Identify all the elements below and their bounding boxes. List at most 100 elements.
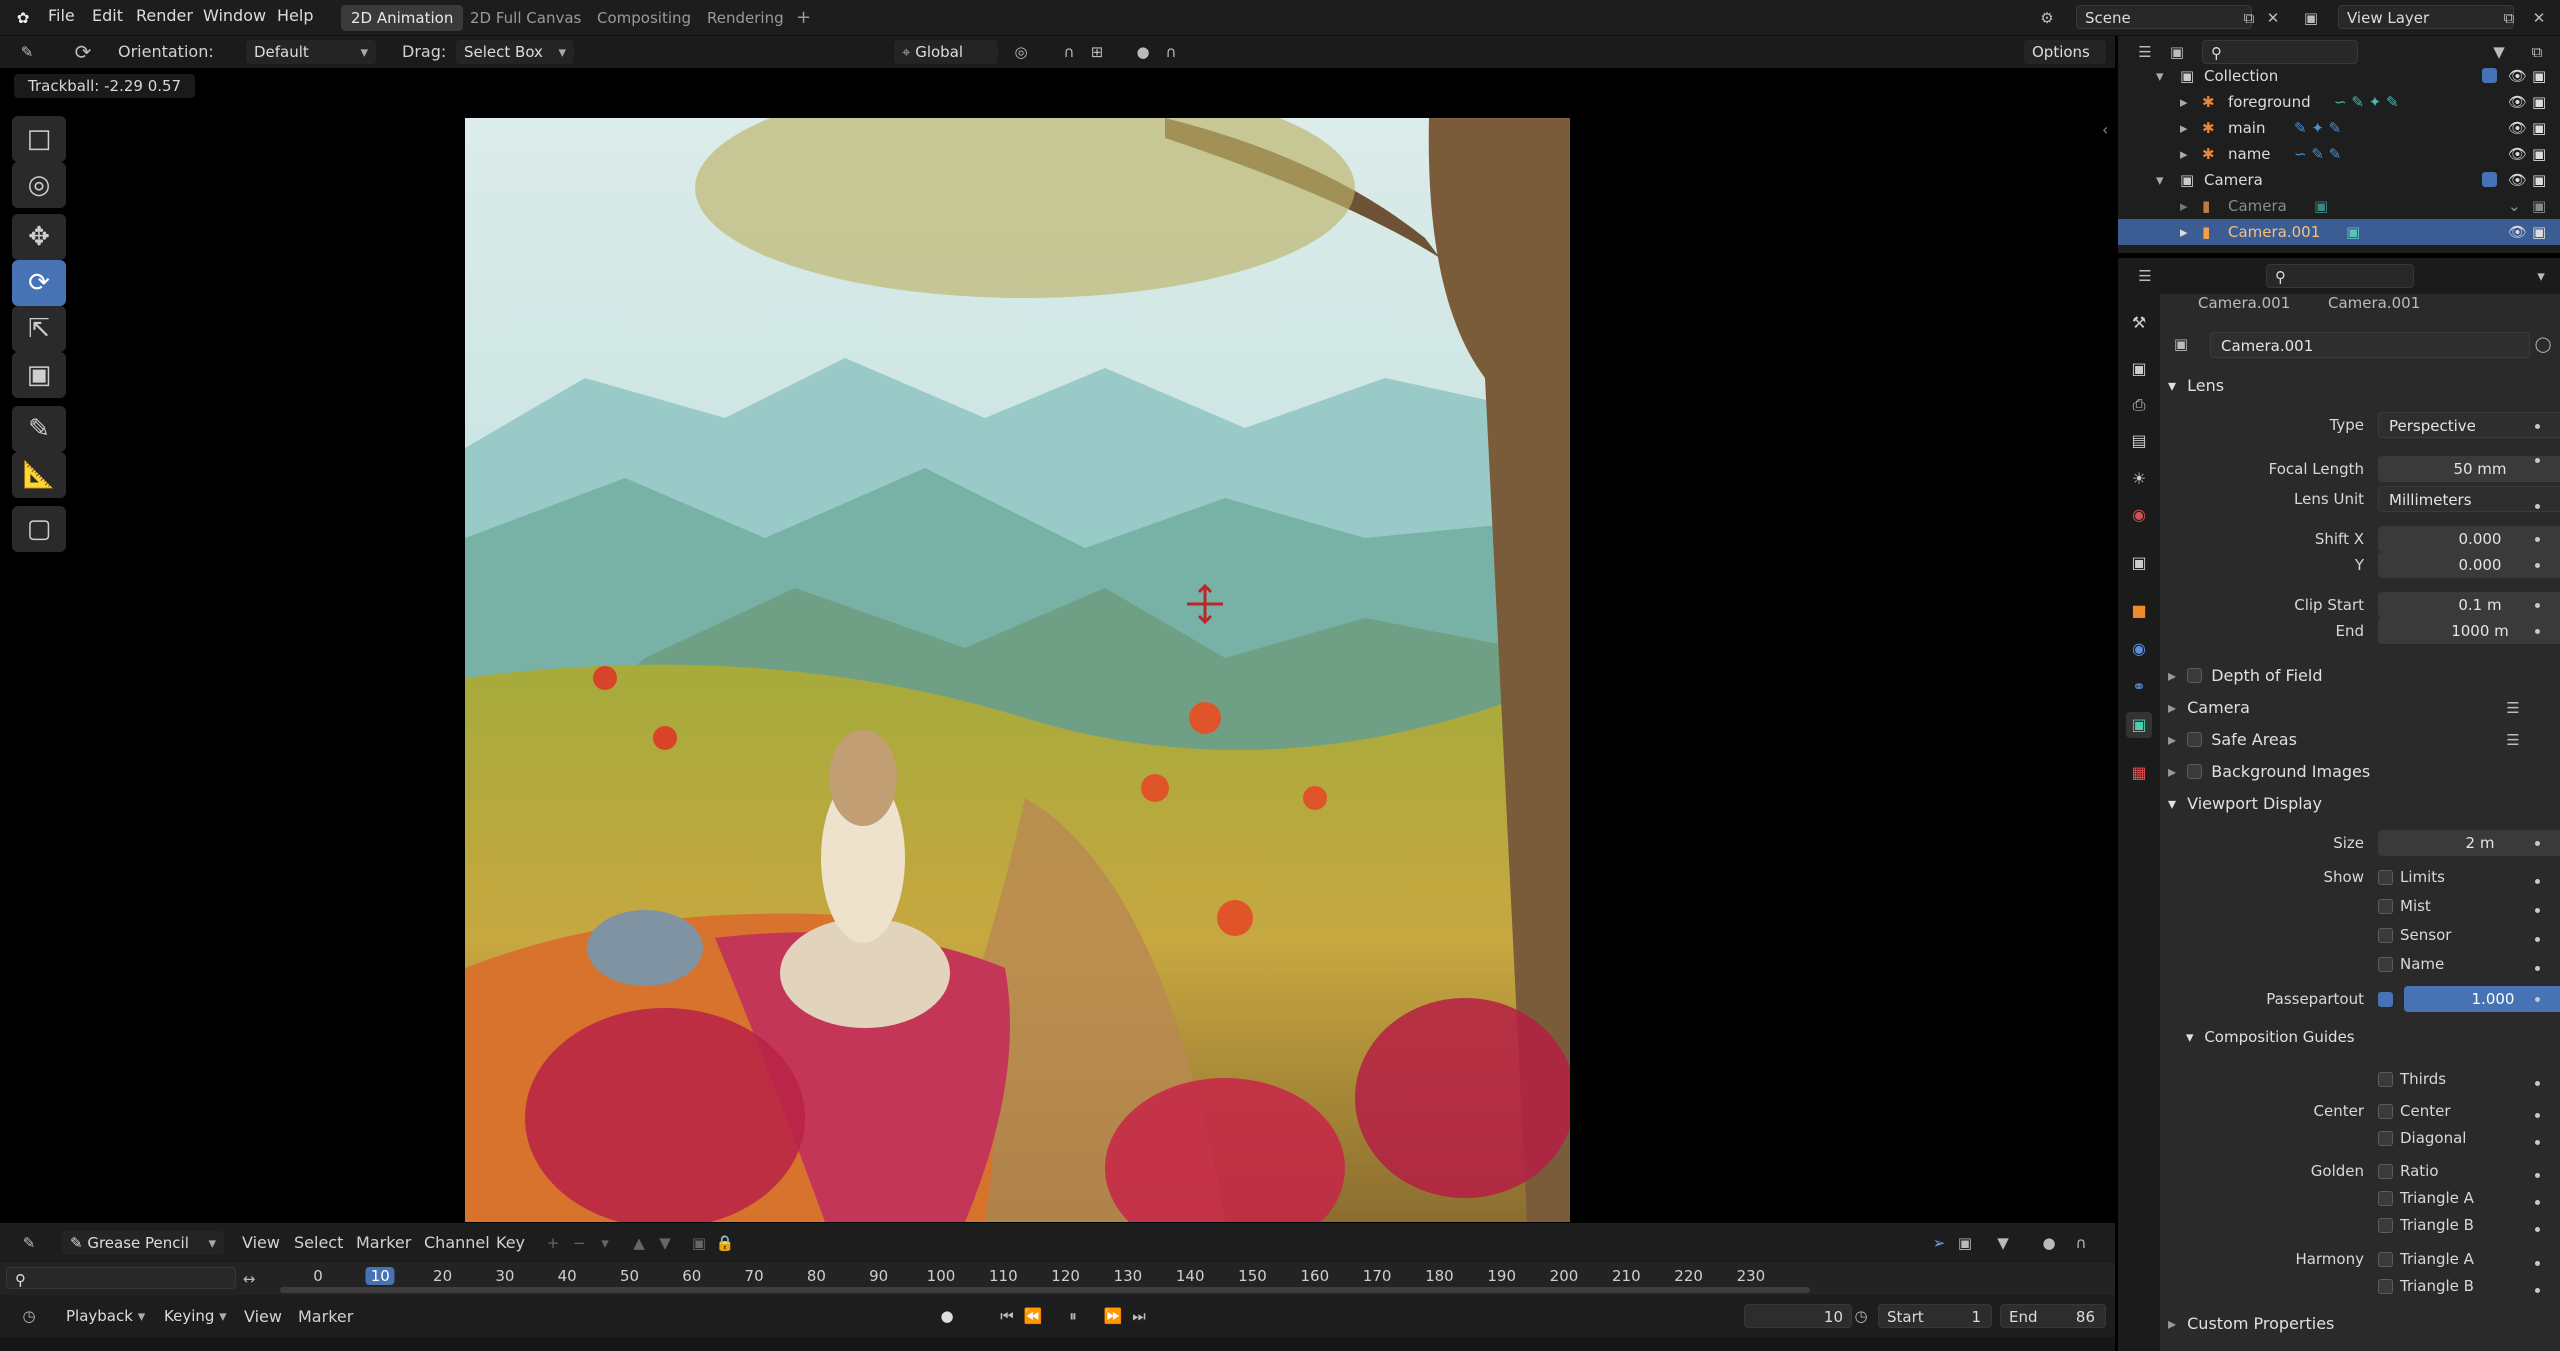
jump-start-icon[interactable]: ⏮ [994,1304,1020,1328]
render-tab-icon[interactable]: ▣ [2126,356,2152,382]
menu-marker[interactable]: Marker [356,1233,411,1252]
exclude-checkbox[interactable] [2482,172,2497,187]
keyframe-dot-icon[interactable] [2535,1200,2540,1205]
tab-2d-animation[interactable]: 2D Animation [341,5,464,31]
scale-tool-icon[interactable]: ⇱ [12,306,66,352]
diagonal-checkbox[interactable] [2378,1131,2393,1146]
expand-arrow-icon[interactable]: ▸ [2180,141,2188,167]
close-view-layer-icon[interactable]: ✕ [2526,6,2552,30]
keyframe-dot-icon[interactable] [2535,1081,2540,1086]
expand-arrow-icon[interactable]: ▸ [2180,193,2188,219]
composition-guides-header[interactable]: ▾ Composition Guides [2186,1028,2355,1046]
harmony-triangle-a-checkbox[interactable] [2378,1252,2393,1267]
outliner-row-camera[interactable]: ▸ ▮ Camera ▣ ⌄ ▣ [2118,193,2560,219]
clock-icon[interactable]: ◷ [1848,1304,1874,1328]
new-view-layer-icon[interactable]: ⧉ [2496,6,2522,30]
lock-icon[interactable]: 🔒 [712,1231,738,1255]
menu-key[interactable]: Key [496,1233,525,1252]
orientation-dropdown[interactable]: Default ▾ [246,40,376,64]
show-errors-icon[interactable]: ▣ [1952,1231,1978,1255]
add-workspace-button[interactable]: + [786,5,821,31]
editor-type-icon[interactable]: ✎ [14,40,40,64]
keyframe-dot-icon[interactable] [2535,1227,2540,1232]
menu-view[interactable]: View [242,1233,280,1252]
annotate-tool-icon[interactable]: ✎ [12,406,66,452]
keying-dropdown[interactable]: Keying ▾ [156,1304,236,1328]
center-checkbox[interactable] [2378,1104,2393,1119]
presets-list-icon[interactable]: ☰ [2500,728,2526,752]
collapse-sidebar-icon[interactable]: ‹ [2102,120,2108,139]
display-size-field[interactable]: 2 m [2378,830,2560,856]
current-frame-field[interactable]: 10 [1744,1304,1852,1328]
keyframe-dot-icon[interactable] [2535,537,2540,542]
falloff-icon[interactable]: ∩ [1158,40,1184,64]
close-scene-icon[interactable]: ✕ [2260,6,2286,30]
move-up-icon[interactable]: ▲ [626,1231,652,1255]
select-box-tool-icon[interactable]: □ [12,116,66,162]
rotate-tool-icon[interactable]: ⟳ [12,260,66,306]
keyframe-dot-icon[interactable] [2535,1288,2540,1293]
jump-end-icon[interactable]: ⏭ [1126,1304,1152,1328]
menu-marker[interactable]: Marker [298,1307,353,1326]
filter-icon[interactable]: ▼ [1990,1231,2016,1255]
menu-select[interactable]: Select [294,1233,343,1252]
outliner-row-name[interactable]: ▸ ✱ name ∽ ✎ ✎ 👁 ▣ [2118,141,2560,167]
auto-keying-record-icon[interactable]: ● [934,1304,960,1328]
pause-icon[interactable]: ⏸ [1060,1304,1086,1328]
keyframe-dot-icon[interactable] [2535,1140,2540,1145]
outliner-editor-icon[interactable]: ☰ [2132,40,2158,64]
render-camera-icon[interactable]: ▣ [2532,115,2546,141]
timeline-scrollbar[interactable] [280,1287,1810,1293]
output-tab-icon[interactable]: ⎙ [2126,392,2152,418]
tab-compositing[interactable]: Compositing [587,5,701,31]
visibility-eye-icon[interactable]: 👁 [2508,219,2527,245]
object-tab-icon[interactable]: ■ [2126,598,2152,624]
shift-y-field[interactable]: 0.000 [2378,552,2560,578]
move-down-icon[interactable]: ▼ [652,1231,678,1255]
menu-view[interactable]: View [244,1307,282,1326]
proportional-edit-icon[interactable]: ● [1130,40,1156,64]
clip-start-field[interactable]: 0.1 m [2378,592,2560,618]
current-frame-indicator[interactable]: 10 [365,1267,395,1285]
keyframe-dot-icon[interactable] [2535,563,2540,568]
menu-file[interactable]: File [48,6,75,25]
keyframe-dot-icon[interactable] [2535,458,2540,463]
view-layer-tab-icon[interactable]: ▤ [2126,428,2152,454]
transform-tool-icon[interactable]: ▣ [12,352,66,398]
thirds-checkbox[interactable] [2378,1072,2393,1087]
lens-unit-dropdown[interactable]: Millimeters ▾ [2378,486,2560,512]
menu-render[interactable]: Render [136,6,193,25]
outliner-row-foreground[interactable]: ▸ ✱ foreground ∽ ✎ ✦ ✎ 👁 ▣ [2118,89,2560,115]
add-cube-tool-icon[interactable]: ▢ [12,506,66,552]
tab-rendering[interactable]: Rendering [697,5,794,31]
view-layer-icon[interactable]: ▣ [2298,6,2324,30]
mode-dropdown[interactable]: ✎ Grease Pencil ▾ [62,1231,224,1255]
render-camera-icon[interactable]: ▣ [2532,167,2546,193]
background-images-section-header[interactable]: ▸ Background Images [2168,762,2370,781]
hidden-eye-icon[interactable]: ⌄ [2508,193,2521,219]
viewport-display-section-header[interactable]: ▾ Viewport Display [2168,794,2322,813]
tab-2d-full-canvas[interactable]: 2D Full Canvas [460,5,591,31]
keyframe-dot-icon[interactable] [2535,504,2540,509]
visibility-eye-icon[interactable]: 👁 [2508,167,2527,193]
proportional-edit-icon[interactable]: ● [2036,1231,2062,1255]
expand-arrow-icon[interactable]: ▸ [2180,89,2188,115]
dof-checkbox[interactable] [2187,668,2203,683]
texture-tab-icon[interactable]: ▦ [2126,760,2152,786]
expand-arrow-icon[interactable]: ▸ [2180,115,2188,141]
cursor-tool-icon[interactable]: ◎ [12,162,66,208]
keyframe-dot-icon[interactable] [2535,603,2540,608]
outliner-row-camera-collection[interactable]: ▾ ▣ Camera 👁 ▣ [2118,167,2560,193]
properties-search-input[interactable]: ⚲ [2266,264,2414,288]
measure-tool-icon[interactable]: 📐 [12,452,66,498]
safe-areas-checkbox[interactable] [2187,732,2203,747]
camera-section-header[interactable]: ▸ Camera [2168,698,2250,717]
keyframe-dot-icon[interactable] [2535,937,2540,942]
shift-x-field[interactable]: 0.000 [2378,526,2560,552]
keyframe-dot-icon[interactable] [2535,629,2540,634]
properties-editor-icon[interactable]: ☰ [2132,264,2158,288]
start-frame-field[interactable]: Start 1 [1878,1304,1992,1328]
clip-end-field[interactable]: 1000 m [2378,618,2560,644]
only-selected-icon[interactable]: ➢ [1926,1231,1952,1255]
menu-window[interactable]: Window [203,6,266,25]
